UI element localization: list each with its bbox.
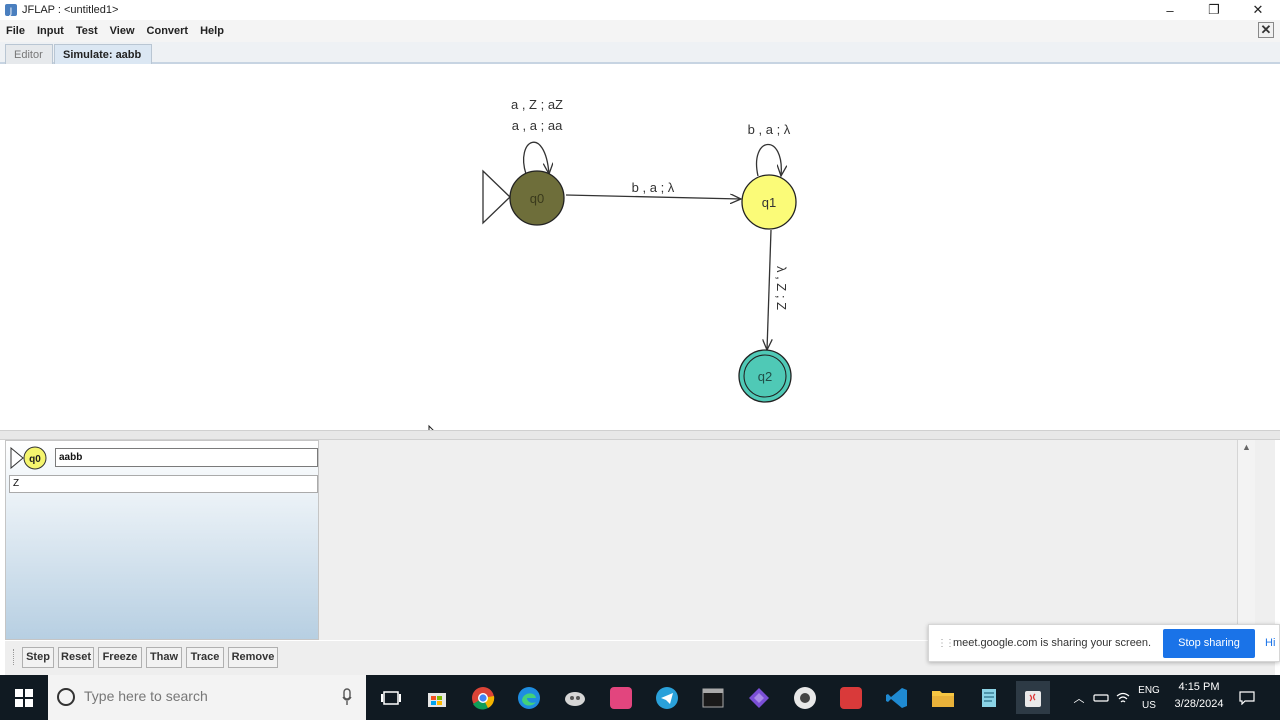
automaton-canvas[interactable]: a , Z ; aZ a , a ; aa b , a ; λ b , a ; … (5, 66, 1275, 430)
input-string: aabb (55, 448, 318, 467)
taskbar: Type here to search ︿ ENG US 4:15 PM 3/2… (0, 675, 1280, 720)
freeze-button[interactable]: Freeze (98, 647, 142, 668)
state-q2-label: q2 (758, 369, 772, 384)
window-title: JFLAP : <untitled1> (22, 4, 119, 16)
menu-test[interactable]: Test (76, 25, 98, 37)
vscode-app-icon[interactable] (880, 681, 914, 714)
close-button[interactable]: ✕ (1236, 0, 1280, 20)
state-q0-label: q0 (530, 191, 544, 206)
chrome-app-icon[interactable] (466, 681, 500, 714)
menu-file[interactable]: File (6, 25, 25, 37)
terminal-app-icon[interactable] (696, 681, 730, 714)
screen-share-banner: ⋮⋮ meet.google.com is sharing your scree… (928, 624, 1280, 662)
edge-app-icon[interactable] (512, 681, 546, 714)
search-circle-icon (57, 688, 75, 706)
current-state-indicator: q0 (10, 446, 47, 470)
language-indicator[interactable]: ENG US (1134, 675, 1164, 720)
tab-simulate[interactable]: Simulate: aabb (54, 44, 152, 64)
remove-button[interactable]: Remove (228, 647, 278, 668)
visual-studio-app-icon[interactable] (742, 681, 776, 714)
taskbar-search[interactable]: Type here to search (48, 675, 366, 720)
reset-button[interactable]: Reset (58, 647, 94, 668)
transition-q1-q2[interactable] (767, 229, 771, 350)
store-app-icon[interactable] (420, 681, 454, 714)
state-q0[interactable]: q0 (509, 170, 565, 226)
transition-label-q0-q1: b , a ; λ (632, 180, 675, 195)
stop-sharing-button[interactable]: Stop sharing (1163, 629, 1255, 658)
jflap-app-icon: J (5, 4, 17, 17)
svg-text:J: J (9, 7, 13, 17)
task-view-icon[interactable] (374, 681, 408, 714)
tab-editor[interactable]: Editor (5, 44, 53, 64)
thaw-button[interactable]: Thaw (146, 647, 182, 668)
tray-network-icon[interactable] (1090, 675, 1112, 720)
hide-link[interactable]: Hi (1265, 637, 1275, 649)
calendar-app-icon[interactable] (604, 681, 638, 714)
step-button[interactable]: Step (22, 647, 54, 668)
state-q1-label: q1 (762, 195, 776, 210)
automaton-diagram: a , Z ; aZ a , a ; aa b , a ; λ b , a ; … (428, 97, 797, 430)
telegram-app-icon[interactable] (650, 681, 684, 714)
initial-state-arrow (482, 169, 511, 225)
stack-contents: Z (9, 475, 318, 493)
menu-view[interactable]: View (110, 25, 135, 37)
configuration-row: q0 aabb (9, 445, 318, 471)
scroll-up-icon[interactable]: ▲ (1242, 442, 1251, 452)
state-q1[interactable]: q1 (741, 174, 797, 230)
transition-q0-loop[interactable] (523, 141, 549, 174)
microphone-icon[interactable] (342, 688, 352, 706)
feedback-app-icon[interactable] (558, 681, 592, 714)
current-state-label: q0 (29, 454, 41, 465)
title-bar: J JFLAP : <untitled1> – ❐ ✕ (0, 0, 1280, 20)
panel-splitter[interactable] (0, 430, 1280, 440)
transition-label-q0-loop-1: a , Z ; aZ (511, 97, 563, 112)
trace-button[interactable]: Trace (186, 647, 224, 668)
chrome-profile-app-icon[interactable] (788, 681, 822, 714)
maximize-button[interactable]: ❐ (1192, 0, 1236, 20)
configuration-box[interactable]: q0 aabb Z (5, 440, 319, 640)
close-tab-button[interactable]: ✕ (1258, 22, 1274, 38)
simulation-panel: q0 aabb Z ▲ (5, 440, 1275, 640)
transition-q1-loop[interactable] (755, 143, 782, 176)
state-q2[interactable]: q2 (738, 349, 792, 403)
toolbar-grip[interactable] (13, 649, 17, 665)
taskbar-clock[interactable]: 4:15 PM 3/28/2024 (1164, 679, 1234, 717)
jflap-window: J JFLAP : <untitled1> – ❐ ✕ File Input T… (0, 0, 1280, 720)
transition-label-q0-loop-2: a , a ; aa (512, 118, 563, 133)
search-placeholder: Type here to search (84, 688, 208, 704)
transition-label-q1-loop: b , a ; λ (748, 122, 791, 137)
transition-q0-q1[interactable] (565, 195, 741, 199)
tray-wifi-icon[interactable] (1114, 675, 1132, 720)
clock-date: 3/28/2024 (1174, 698, 1224, 710)
notification-icon[interactable] (1236, 675, 1258, 720)
clock-time: 4:15 PM (1178, 681, 1220, 693)
tray-chevron-up-icon[interactable]: ︿ (1070, 675, 1088, 720)
tab-bar: Editor Simulate: aabb (0, 42, 1280, 64)
start-button[interactable] (0, 675, 48, 720)
java-app-icon[interactable] (1016, 681, 1050, 714)
language-bottom: US (1142, 699, 1156, 711)
media-app-icon[interactable] (834, 681, 868, 714)
menu-input[interactable]: Input (37, 25, 64, 37)
transition-label-q1-q2: λ , Z ; Z (774, 266, 789, 310)
drag-handle-icon[interactable]: ⋮⋮ (937, 638, 955, 649)
notepad-app-icon[interactable] (972, 681, 1006, 714)
menu-bar: File Input Test View Convert Help (0, 20, 1280, 42)
share-message: meet.google.com is sharing your screen. (953, 637, 1152, 649)
minimize-button[interactable]: – (1148, 0, 1192, 20)
windows-logo-icon (15, 688, 33, 707)
file-explorer-app-icon[interactable] (926, 681, 960, 714)
language-top: ENG (1138, 684, 1160, 696)
vertical-scrollbar[interactable]: ▲ (1237, 440, 1255, 640)
menu-convert[interactable]: Convert (147, 25, 189, 37)
configurations-area: ▲ (321, 440, 1255, 640)
menu-help[interactable]: Help (200, 25, 224, 37)
